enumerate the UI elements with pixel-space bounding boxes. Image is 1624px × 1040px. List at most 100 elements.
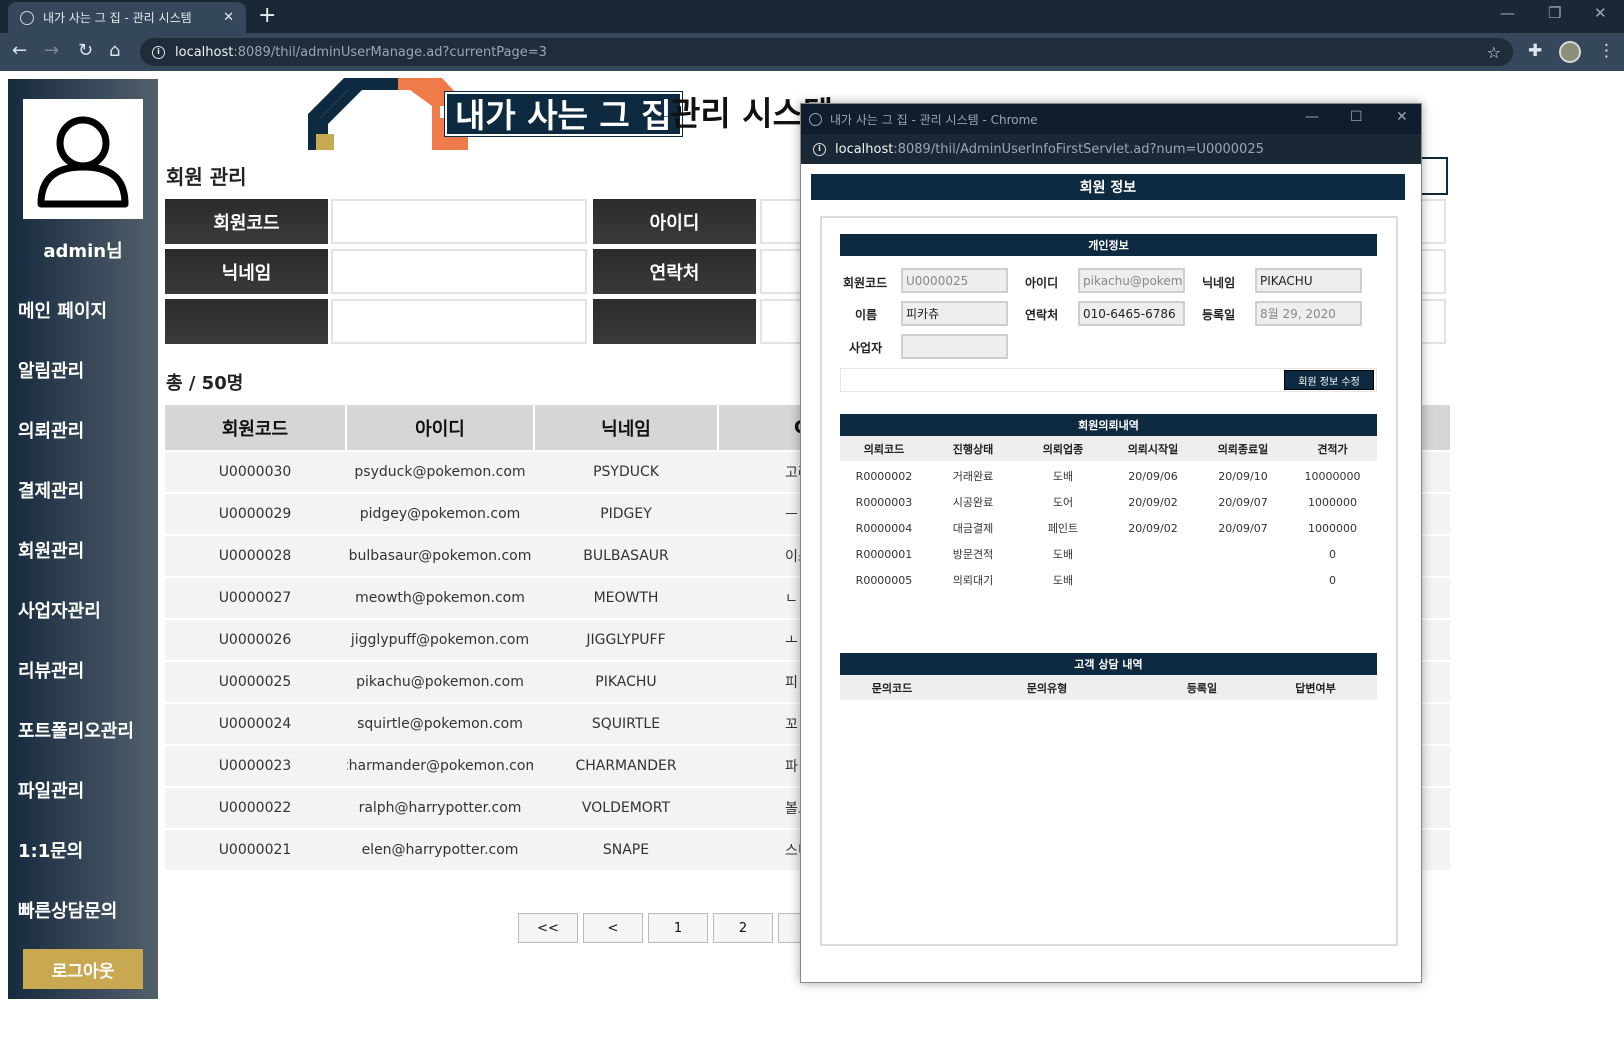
- cs-col-answered: 답변여부: [1295, 681, 1336, 695]
- address-bar[interactable]: i localhost:8089/thil/adminUserManage.ad…: [140, 38, 1513, 66]
- cell-code: U0000025: [218, 674, 292, 690]
- edit-member-button[interactable]: 회원 정보 수정: [1284, 370, 1374, 390]
- rq-price: 0: [1329, 573, 1336, 587]
- menu-portfolio[interactable]: 포트폴리오관리: [18, 717, 134, 743]
- menu-notice[interactable]: 알림관리: [18, 357, 84, 383]
- rq-code: R0000005: [855, 573, 913, 587]
- name-field[interactable]: 피카츄: [901, 301, 1008, 326]
- rq-end: 20/09/10: [1218, 469, 1268, 483]
- rq-start: [1108, 567, 1198, 593]
- menu-business[interactable]: 사업자관리: [18, 597, 101, 623]
- rq-price: 0: [1329, 547, 1336, 561]
- menu-review[interactable]: 리뷰관리: [18, 657, 84, 683]
- name-label: 이름: [855, 308, 878, 322]
- popup-header: 회원 정보: [811, 174, 1405, 200]
- logout-button[interactable]: 로그아웃: [23, 949, 143, 989]
- search-label-phone: 연락처: [593, 249, 756, 294]
- minimize-icon[interactable]: —: [1500, 4, 1515, 22]
- bookmark-star-icon[interactable]: ☆: [1487, 43, 1501, 62]
- nickname-field[interactable]: PIKACHU: [1255, 268, 1362, 293]
- menu-quick-consult[interactable]: 빠른상담문의: [18, 897, 117, 923]
- rq-start: 20/09/02: [1128, 521, 1178, 535]
- rq-code: R0000002: [855, 469, 913, 483]
- rq-col-end: 의뢰종료일: [1217, 442, 1269, 456]
- browser-menu-icon[interactable]: ⋮: [1598, 41, 1615, 61]
- rq-col-code: 의뢰코드: [863, 442, 905, 456]
- rq-start: 20/09/06: [1128, 469, 1178, 483]
- maximize-icon[interactable]: ❐: [1548, 4, 1561, 22]
- page-prev-button[interactable]: <: [583, 913, 643, 943]
- popup-close-icon[interactable]: ✕: [1396, 109, 1408, 125]
- popup-window-title: 내가 사는 그 집 - 관리 시스템 - Chrome: [830, 112, 1038, 127]
- rq-code: R0000004: [855, 521, 913, 535]
- popup-url-path: :8089/thil/AdminUserInfoFirstServlet.ad?…: [893, 141, 1264, 157]
- menu-main-page[interactable]: 메인 페이지: [18, 297, 107, 323]
- popup-title-bar: 내가 사는 그 집 - 관리 시스템 - Chrome: [801, 104, 1421, 134]
- search-label-nickname: 닉네임: [165, 249, 328, 294]
- globe-icon: [20, 10, 34, 25]
- close-tab-icon[interactable]: ✕: [223, 10, 234, 25]
- url-path: :8089/thil/adminUserManage.ad?currentPag…: [233, 44, 547, 60]
- home-icon[interactable]: ⌂: [109, 41, 120, 61]
- search-label-empty-1: [165, 299, 328, 344]
- popup-maximize-icon[interactable]: ☐: [1350, 109, 1363, 125]
- profile-avatar-icon[interactable]: [1559, 41, 1581, 63]
- rq-col-start: 의뢰시작일: [1127, 442, 1179, 456]
- rq-start: 20/09/02: [1128, 495, 1178, 509]
- cell-id: pikachu@pokemon.com: [356, 674, 524, 690]
- business-field[interactable]: [901, 334, 1008, 359]
- site-info-icon[interactable]: i: [152, 45, 165, 59]
- cell-code: U0000027: [218, 590, 292, 606]
- reload-icon[interactable]: ↻: [78, 41, 93, 61]
- extensions-icon[interactable]: ✚: [1528, 41, 1542, 61]
- id-label: 아이디: [1025, 276, 1059, 290]
- menu-request[interactable]: 의뢰관리: [18, 417, 84, 443]
- rq-col-category: 의뢰업종: [1042, 442, 1084, 456]
- cell-id: ralph@harrypotter.com: [358, 800, 522, 816]
- page-first-button[interactable]: <<: [518, 913, 578, 943]
- code-label: 회원코드: [843, 276, 888, 290]
- page-1-button[interactable]: 1: [648, 913, 708, 943]
- forward-icon[interactable]: →: [44, 41, 59, 61]
- search-input-extra-1[interactable]: [331, 299, 587, 344]
- member-info-panel: 개인정보 회원코드 U0000025 아이디 pikachu@pokem 닉네임…: [820, 216, 1398, 946]
- back-icon[interactable]: ←: [12, 41, 27, 61]
- cell-code: U0000026: [218, 632, 292, 648]
- site-info-icon[interactable]: i: [813, 142, 826, 156]
- search-input-nickname[interactable]: [331, 249, 587, 294]
- browser-tab[interactable]: 내가 사는 그 집 - 관리 시스템 ✕: [8, 2, 246, 33]
- rq-end: [1198, 541, 1288, 567]
- phone-field[interactable]: 010-6465-6786: [1078, 301, 1185, 326]
- rq-price: 1000000: [1308, 521, 1357, 535]
- browser-tab-bar: 내가 사는 그 집 - 관리 시스템 ✕ + — ❐ ✕: [0, 0, 1624, 33]
- col-header-code: 회원코드: [165, 405, 345, 450]
- code-field[interactable]: U0000025: [901, 268, 1008, 293]
- popup-minimize-icon[interactable]: —: [1305, 109, 1319, 125]
- menu-file[interactable]: 파일관리: [18, 777, 84, 803]
- menu-payment[interactable]: 결제관리: [18, 477, 84, 503]
- cs-col-date: 등록일: [1186, 681, 1218, 695]
- menu-member[interactable]: 회원관리: [18, 537, 84, 563]
- search-input-code[interactable]: [331, 199, 587, 244]
- cell-id: psyduck@pokemon.com: [354, 464, 526, 480]
- url-host: localhost: [175, 44, 234, 60]
- cell-nickname: VOLDEMORT: [581, 800, 671, 816]
- menu-inquiry[interactable]: 1:1문의: [18, 837, 83, 863]
- rq-price: 10000000: [1304, 469, 1361, 483]
- cell-code: U0000030: [218, 464, 292, 480]
- cell-id: pidgey@pokemon.com: [359, 506, 521, 522]
- rq-category: 도어: [1052, 496, 1074, 509]
- col-header-id: 아이디: [347, 405, 533, 450]
- popup-address-bar[interactable]: i localhost:8089/thil/AdminUserInfoFirst…: [801, 134, 1421, 164]
- nickname-label: 닉네임: [1202, 276, 1236, 290]
- id-field[interactable]: pikachu@pokem: [1078, 268, 1185, 293]
- rq-start: [1108, 541, 1198, 567]
- close-window-icon[interactable]: ✕: [1594, 4, 1607, 22]
- cs-col-type: 문의유형: [1026, 681, 1068, 695]
- date-field[interactable]: 8월 29, 2020: [1255, 301, 1362, 326]
- request-history-section: 회원의뢰내역: [840, 414, 1377, 436]
- request-table-header: 의뢰코드 진행상태 의뢰업종 의뢰시작일 의뢰종료일 견적가: [840, 436, 1377, 461]
- page-2-button[interactable]: 2: [713, 913, 773, 943]
- new-tab-icon[interactable]: +: [258, 3, 276, 28]
- search-label-id: 아이디: [593, 199, 756, 244]
